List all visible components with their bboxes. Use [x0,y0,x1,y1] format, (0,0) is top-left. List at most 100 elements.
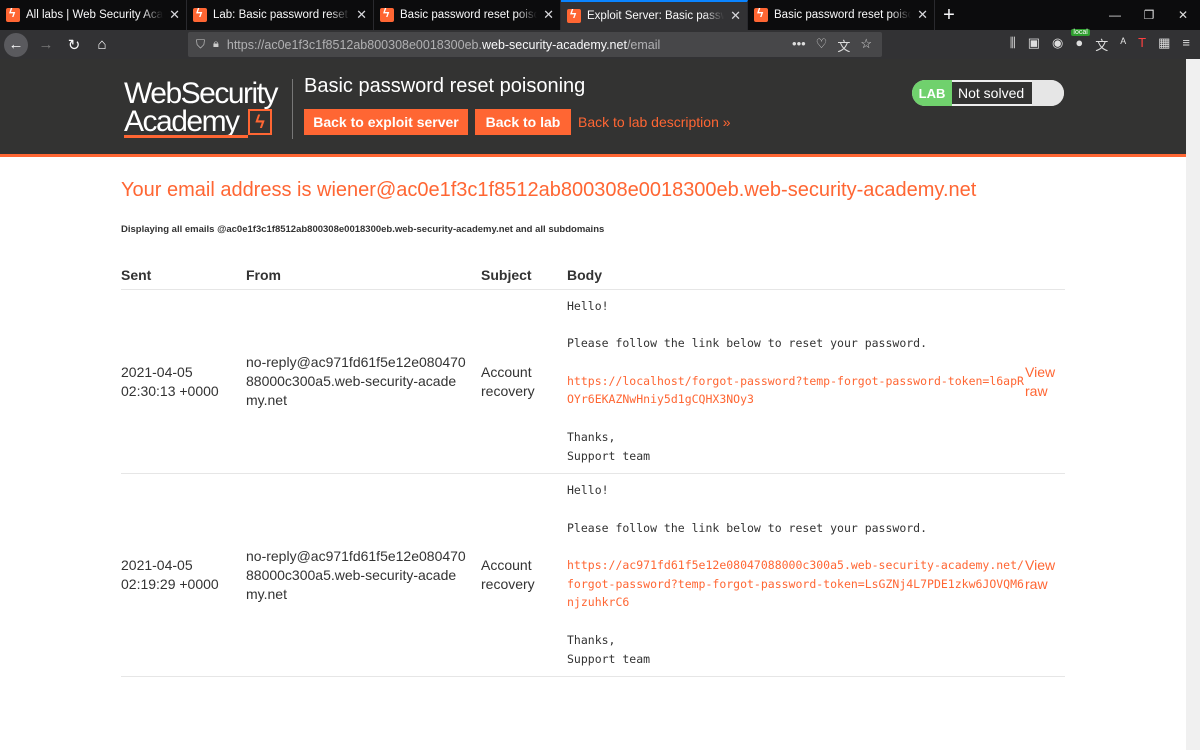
column-actions [1025,259,1065,290]
menu-icon[interactable]: ≡ [1182,35,1190,54]
lock-icon[interactable]: 🔒︎ [213,38,219,51]
back-to-lab-button[interactable]: Back to lab [475,109,571,135]
email-address-heading: Your email address is wiener@ac0e1f3c1f8… [121,179,977,201]
page-scrollbar[interactable] [1186,59,1200,750]
email-subtitle: Displaying all emails @ac0e1f3c1f8512ab8… [121,224,605,235]
extension-a-icon[interactable]: ᴬ [1120,35,1126,54]
sent-time: 02:19:29 +0000 [121,576,219,593]
emails-table: Sent From Subject Body 2021-04-05 02:30:… [121,259,1065,678]
extension-t-icon[interactable]: T [1138,35,1146,54]
back-arrow-icon[interactable]: ← [4,32,28,57]
lab-title: Basic password reset poisoning [304,75,586,97]
new-tab-plus-icon[interactable]: + [935,0,963,30]
close-window-icon[interactable]: ✕ [1166,0,1200,30]
view-raw-link[interactable]: View raw [1025,289,1065,475]
body-greeting: Hello! [567,299,609,313]
tab-title: Exploit Server: Basic password reset poi… [587,10,724,22]
column-body: Body [567,259,1025,290]
reset-password-link[interactable]: https://ac971fd61f5e12e08047088000c300a5… [567,556,1025,612]
minimize-icon[interactable]: — [1098,0,1132,30]
status-toggle [1032,80,1064,106]
column-subject: Subject [481,259,567,290]
academy-favicon-icon [567,7,581,23]
column-sent: Sent [121,259,246,290]
body-signature: Support team [567,651,651,666]
email-body-cell: Hello! Please follow the link below to r… [567,289,1025,475]
close-icon[interactable]: ✕ [917,7,928,23]
email-sent-cell: 2021-04-05 02:19:29 +0000 [121,473,246,678]
email-subject-cell: Account recovery [481,289,567,475]
table-row: 2021-04-05 02:30:13 +0000 no-reply@ac971… [121,289,1065,475]
close-icon[interactable]: ✕ [356,7,367,23]
column-from: From [246,259,481,290]
browser-tab[interactable]: Basic password reset poisoning ✕ [374,0,561,30]
status-lab-label: LAB [912,80,952,106]
extension-local-icon[interactable]: ● [1071,29,1090,54]
logo-underline [124,135,248,138]
tracking-shield-icon[interactable]: ⛉ [196,37,205,52]
back-to-lab-description-link[interactable]: Back to lab description » [578,114,731,130]
browser-tab[interactable]: Lab: Basic password reset poisoning ✕ [187,0,374,30]
reset-password-link[interactable]: https://localhost/forgot-password?temp-f… [567,372,1025,409]
body-instruction: Please follow the link below to reset yo… [567,520,928,535]
body-closing: Thanks, [567,632,616,647]
body-greeting: Hello! [567,483,609,498]
body-signature: Support team [567,448,651,463]
body-instruction: Please follow the link below to reset yo… [567,336,928,351]
email-from-cell: no-reply@ac971fd61f5e12e08047088000c300a… [246,473,481,678]
header-divider [292,79,293,139]
email-subject-cell: Account recovery [481,473,567,678]
translate-extension-icon[interactable]: 文 [1095,35,1108,54]
library-icon[interactable]: ⫼ [1010,35,1016,54]
browser-tab-active[interactable]: Exploit Server: Basic password reset poi… [561,0,748,30]
browser-tab[interactable]: All labs | Web Security Academy ✕ [0,0,187,30]
pocket-icon[interactable]: ♡ [816,36,828,55]
sent-date: 2021-04-05 [121,363,193,380]
browser-nav-bar: ← → ↻ ⌂ ⛉ 🔒︎ https://ac0e1f3c1f8512ab800… [0,29,1200,59]
sidebar-icon[interactable]: ▣ [1028,35,1040,54]
address-bar[interactable]: ⛉ 🔒︎ https://ac0e1f3c1f8512ab800308e0018… [188,32,882,57]
email-from-cell: no-reply@ac971fd61f5e12e08047088000c300a… [246,289,481,475]
forward-arrow-icon[interactable]: → [32,32,60,58]
academy-favicon-icon [193,6,207,22]
lab-status-badge: LAB Not solved [912,80,1064,106]
restore-icon[interactable]: ❐ [1132,0,1166,30]
back-to-exploit-server-button[interactable]: Back to exploit server [304,109,468,135]
browser-tab[interactable]: Basic password reset poisoning ✕ [748,0,935,30]
close-icon[interactable]: ✕ [730,8,741,24]
email-sent-cell: 2021-04-05 02:30:13 +0000 [121,289,246,475]
translate-icon[interactable]: 文 [837,36,850,55]
status-text: Not solved [952,82,1032,104]
view-raw-link[interactable]: View raw [1025,473,1065,678]
toolbar-icons: ⫼ ▣ ◉ ● 文 ᴬ T ▦ ≡ [1010,29,1190,54]
academy-favicon-icon [6,6,20,22]
extensions-grid-icon[interactable]: ▦ [1158,35,1170,54]
bookmark-star-icon[interactable]: ☆ [860,36,872,55]
body-closing: Thanks, [567,429,616,444]
logo-line2: Academy [124,105,240,138]
bolt-icon: ϟ [248,109,272,135]
close-icon[interactable]: ✕ [169,7,180,23]
more-actions-icon[interactable]: ••• [792,36,806,55]
email-client-content: Your email address is wiener@ac0e1f3c1f8… [121,179,1065,678]
tab-title: Basic password reset poisoning [400,9,538,21]
web-security-academy-logo[interactable]: WebSecurity Academy ϟ [124,77,290,139]
url-text[interactable]: https://ac0e1f3c1f8512ab800308e0018300eb… [227,38,660,52]
window-controls: — ❐ ✕ [1098,0,1200,30]
academy-header: WebSecurity Academy ϟ Basic password res… [0,59,1186,157]
table-header-row: Sent From Subject Body [121,259,1065,290]
account-icon[interactable]: ◉ [1052,35,1063,54]
close-icon[interactable]: ✕ [543,7,554,23]
table-row: 2021-04-05 02:19:29 +0000 no-reply@ac971… [121,473,1065,678]
home-icon[interactable]: ⌂ [88,32,116,58]
url-host: web-security-academy.net [481,37,627,52]
url-path: /email [626,37,661,52]
tab-title: All labs | Web Security Academy [26,9,164,21]
web-page: WebSecurity Academy ϟ Basic password res… [0,59,1186,750]
url-prefix: https://ac0e1f3c1f8512ab800308e0018300eb… [226,37,482,52]
url-actions: ••• ♡ 文 ☆ [792,36,872,55]
academy-favicon-icon [754,6,768,22]
tab-title: Lab: Basic password reset poisoning [213,9,350,21]
academy-favicon-icon [380,6,394,22]
reload-icon[interactable]: ↻ [60,32,88,58]
